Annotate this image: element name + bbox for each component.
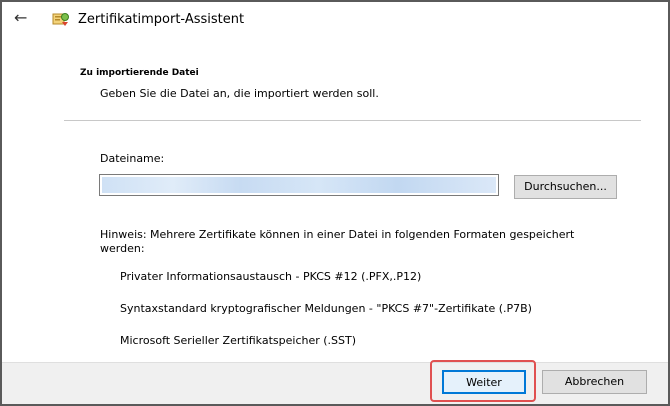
section-heading: Zu importierende Datei bbox=[80, 68, 199, 78]
header-divider bbox=[64, 120, 641, 121]
window-title: Zertifikatimport-Assistent bbox=[78, 12, 245, 27]
section-description: Geben Sie die Datei an, die importiert w… bbox=[100, 87, 379, 100]
format-item-pfx: Privater Informationsaustausch - PKCS #1… bbox=[120, 270, 422, 283]
next-button[interactable]: Weiter bbox=[442, 370, 526, 394]
filename-value-redacted bbox=[102, 177, 496, 193]
title-bar: ← Zertifikatimport-Assistent bbox=[2, 2, 668, 36]
back-arrow-icon[interactable]: ← bbox=[14, 10, 27, 26]
filename-input[interactable] bbox=[99, 174, 499, 196]
filename-label: Dateiname: bbox=[100, 152, 165, 165]
format-item-sst: Microsoft Serieller Zertifikatspeicher (… bbox=[120, 334, 357, 347]
browse-button[interactable]: Durchsuchen... bbox=[514, 175, 617, 199]
cancel-button[interactable]: Abbrechen bbox=[542, 370, 647, 394]
certificate-import-wizard-window: ← Zertifikatimport-Assistent Zu importie… bbox=[0, 0, 670, 406]
hint-text: Hinweis: Mehrere Zertifikate können in e… bbox=[100, 228, 575, 255]
format-item-p7b: Syntaxstandard kryptografischer Meldunge… bbox=[120, 302, 532, 315]
certificate-wizard-icon bbox=[52, 13, 69, 26]
